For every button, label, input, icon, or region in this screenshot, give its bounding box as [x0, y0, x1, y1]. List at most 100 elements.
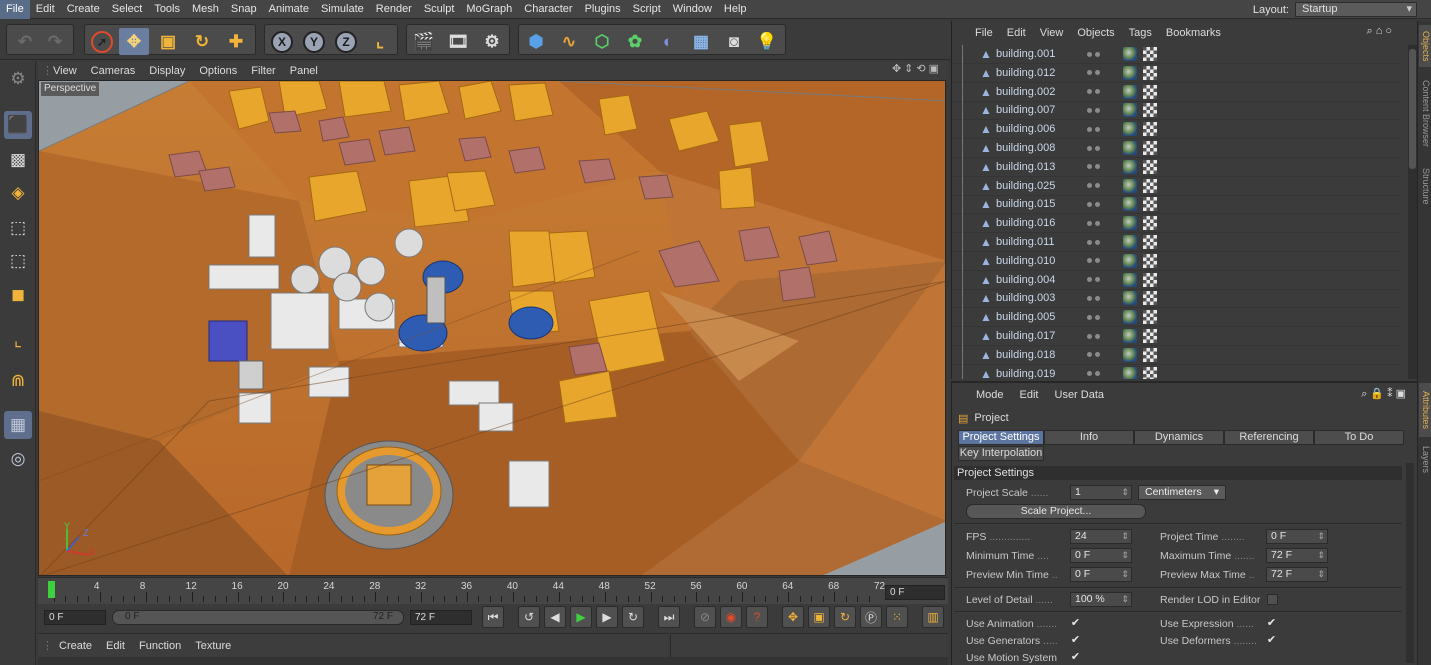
viewport-nav-icons[interactable]: ✥⇕⟲▣ — [892, 62, 942, 75]
object-row[interactable]: ▲ building.002 — [952, 82, 1402, 102]
project-scale-input[interactable]: 1 — [1070, 485, 1132, 500]
spline-pen-icon[interactable]: ∿ — [554, 28, 584, 55]
live-selection-icon[interactable]: ➚ — [87, 28, 117, 55]
menu-script[interactable]: Script — [627, 0, 667, 19]
material-tag-icon[interactable] — [1123, 159, 1137, 174]
object-menu-file[interactable]: File — [968, 27, 1000, 39]
tab-referencing[interactable]: Referencing — [1224, 430, 1314, 445]
current-frame-field[interactable]: 0 F — [885, 585, 945, 600]
object-menu-objects[interactable]: Objects — [1070, 27, 1121, 39]
key-parameter-icon[interactable]: Ⓟ — [860, 606, 882, 628]
timeline-window-icon[interactable]: ▥ — [922, 606, 944, 628]
menu-simulate[interactable]: Simulate — [315, 0, 370, 19]
object-row[interactable]: ▲ building.004 — [952, 270, 1402, 290]
go-to-start-icon[interactable]: ⏮ — [482, 606, 504, 628]
points-mode-icon[interactable]: ⬚ — [4, 214, 32, 242]
material-tag-icon[interactable] — [1123, 178, 1137, 193]
material-tag-icon[interactable] — [1123, 329, 1137, 343]
side-tab-structure[interactable]: Structure — [1419, 161, 1431, 211]
material-tag-icon[interactable] — [1123, 235, 1137, 249]
timeline-ruler[interactable]: 04812162024283236404448525660646872 0 F — [38, 577, 948, 607]
object-row[interactable]: ▲ building.017 — [952, 326, 1402, 346]
key-position-icon[interactable]: ✥ — [782, 606, 804, 628]
menu-character[interactable]: Character — [518, 0, 578, 19]
play-icon[interactable]: ▶ — [570, 606, 592, 628]
move-icon[interactable]: ✥ — [119, 28, 149, 55]
object-menu-bookmarks[interactable]: Bookmarks — [1159, 27, 1228, 39]
scale-project-button[interactable]: Scale Project... — [966, 504, 1146, 519]
undo-icon[interactable]: ↶ — [10, 28, 40, 55]
viewport-menu-filter[interactable]: Filter — [244, 65, 282, 77]
record-keys-icon[interactable]: ⊘ — [694, 606, 716, 628]
object-menu-view[interactable]: View — [1033, 27, 1071, 39]
visibility-dots[interactable] — [1087, 70, 1113, 76]
deformer-icon[interactable]: ◐ — [653, 28, 683, 55]
texture-tag-icon[interactable] — [1143, 216, 1157, 231]
texture-tag-icon[interactable] — [1143, 347, 1157, 362]
viewport-menu-display[interactable]: Display — [142, 65, 192, 77]
snap-icon[interactable]: ⋒ — [4, 367, 32, 395]
make-editable-icon[interactable]: ⚙ — [4, 65, 32, 93]
use-motion-system-checkbox[interactable]: ✔ — [1070, 652, 1081, 663]
attribute-scrollbar[interactable] — [1406, 463, 1414, 663]
tab-key-interpolation[interactable]: Key Interpolation — [958, 446, 1044, 461]
menu-tools[interactable]: Tools — [148, 0, 186, 19]
go-to-end-icon[interactable]: ⏭ — [658, 606, 680, 628]
fps-input[interactable]: 24 — [1070, 529, 1132, 544]
material-tag-icon[interactable] — [1123, 122, 1137, 137]
side-tab-objects[interactable]: Objects — [1419, 25, 1431, 67]
attr-nav-icons[interactable]: ⌕🔒⁑▣ — [1361, 387, 1409, 401]
tab-dynamics[interactable]: Dynamics — [1134, 430, 1224, 445]
visibility-dots[interactable] — [1087, 51, 1113, 57]
attr-menu-user-data[interactable]: User Data — [1047, 389, 1113, 401]
object-row[interactable]: ▲ building.015 — [952, 194, 1402, 215]
object-menu-tags[interactable]: Tags — [1122, 27, 1159, 39]
viewport-menu-cameras[interactable]: Cameras — [84, 65, 143, 77]
texture-tag-icon[interactable] — [1143, 272, 1157, 287]
material-tag-icon[interactable] — [1123, 272, 1137, 287]
visibility-dots[interactable] — [1087, 220, 1113, 226]
texture-tag-icon[interactable] — [1143, 329, 1157, 343]
object-row[interactable]: ▲ building.005 — [952, 307, 1402, 328]
texture-tag-icon[interactable] — [1143, 141, 1157, 155]
viewport-menu-panel[interactable]: Panel — [283, 65, 325, 77]
material-menu-texture[interactable]: Texture — [188, 640, 238, 652]
texture-tag-icon[interactable] — [1143, 122, 1157, 137]
object-row[interactable]: ▲ building.012 — [952, 63, 1402, 83]
material-tag-icon[interactable] — [1123, 253, 1137, 268]
workplane-mode-icon[interactable]: ◈ — [4, 179, 32, 207]
use-expression-checkbox[interactable]: ✔ — [1266, 618, 1277, 629]
project-time-input[interactable]: 0 F — [1266, 529, 1328, 544]
preview-range-slider[interactable]: 0 F 72 F — [112, 610, 404, 625]
texture-tag-icon[interactable] — [1143, 310, 1157, 325]
attr-menu-mode[interactable]: Mode — [968, 389, 1012, 401]
menu-plugins[interactable]: Plugins — [579, 0, 627, 19]
object-row[interactable]: ▲ building.006 — [952, 119, 1402, 140]
layout-dropdown[interactable]: Startup — [1295, 2, 1417, 17]
visibility-dots[interactable] — [1087, 89, 1113, 95]
material-tag-icon[interactable] — [1123, 310, 1137, 325]
autokeying-icon[interactable]: ◉ — [720, 606, 742, 628]
project-scale-unit-dropdown[interactable]: Centimeters — [1138, 485, 1226, 500]
object-row[interactable]: ▲ building.019 — [952, 364, 1402, 379]
visibility-dots[interactable] — [1087, 126, 1113, 132]
object-row[interactable]: ▲ building.016 — [952, 213, 1402, 234]
menu-create[interactable]: Create — [61, 0, 106, 19]
object-row[interactable]: ▲ building.025 — [952, 176, 1402, 196]
texture-tag-icon[interactable] — [1143, 103, 1157, 118]
object-row[interactable]: ▲ building.013 — [952, 157, 1402, 177]
workplane-lock-icon[interactable]: ▦ — [4, 411, 32, 439]
object-search-icons[interactable]: ⌕⌂○ — [1367, 25, 1395, 38]
axis-mode-icon[interactable]: ⌞ — [4, 327, 32, 355]
texture-tag-icon[interactable] — [1143, 65, 1157, 80]
menu-window[interactable]: Window — [667, 0, 718, 19]
side-tab-content-browser[interactable]: Content Browser — [1419, 73, 1431, 155]
y-axis-icon[interactable]: Y — [299, 28, 329, 55]
visibility-dots[interactable] — [1087, 239, 1113, 245]
visibility-dots[interactable] — [1087, 183, 1113, 189]
object-menu-edit[interactable]: Edit — [1000, 27, 1033, 39]
key-scale-icon[interactable]: ▣ — [808, 606, 830, 628]
tab-project-settings[interactable]: Project Settings — [958, 430, 1044, 445]
visibility-dots[interactable] — [1087, 333, 1113, 339]
end-frame-field[interactable]: 72 F — [410, 610, 472, 625]
